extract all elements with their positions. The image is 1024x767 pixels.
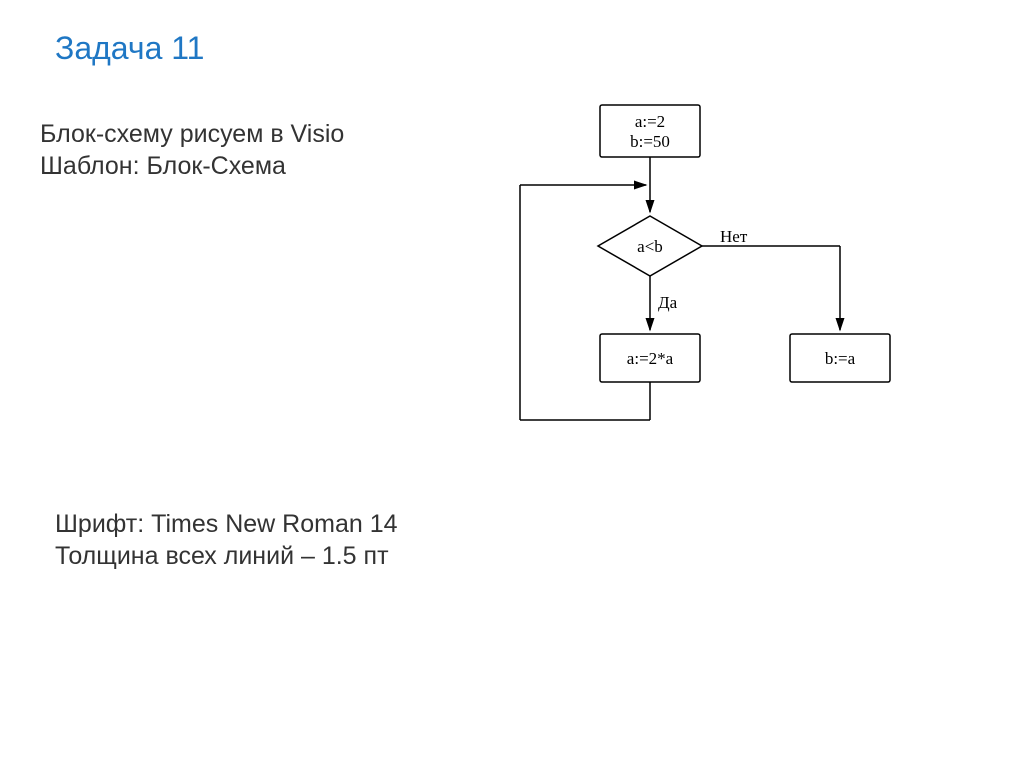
flowchart-condition: a<b xyxy=(637,237,663,256)
instruction-line-2: Шаблон: Блок-Схема xyxy=(40,152,286,181)
flowchart-no-label: Нет xyxy=(720,227,748,246)
page-title: Задача 11 xyxy=(55,30,204,67)
flowchart-init-line2: b:=50 xyxy=(630,132,670,151)
flowchart-yes-action: a:=2*a xyxy=(627,349,674,368)
flowchart-diagram: a:=2 b:=50 a<b Да Нет a:=2*a b:=a xyxy=(470,90,990,470)
flowchart-init-line1: a:=2 xyxy=(635,112,665,131)
flowchart-yes-label: Да xyxy=(658,293,678,312)
instruction-line-1: Блок-схему рисуем в Visio xyxy=(40,120,344,149)
note-line-2: Толщина всех линий – 1.5 пт xyxy=(55,542,389,571)
note-line-1: Шрифт: Times New Roman 14 xyxy=(55,510,398,539)
flowchart-no-action: b:=a xyxy=(825,349,856,368)
